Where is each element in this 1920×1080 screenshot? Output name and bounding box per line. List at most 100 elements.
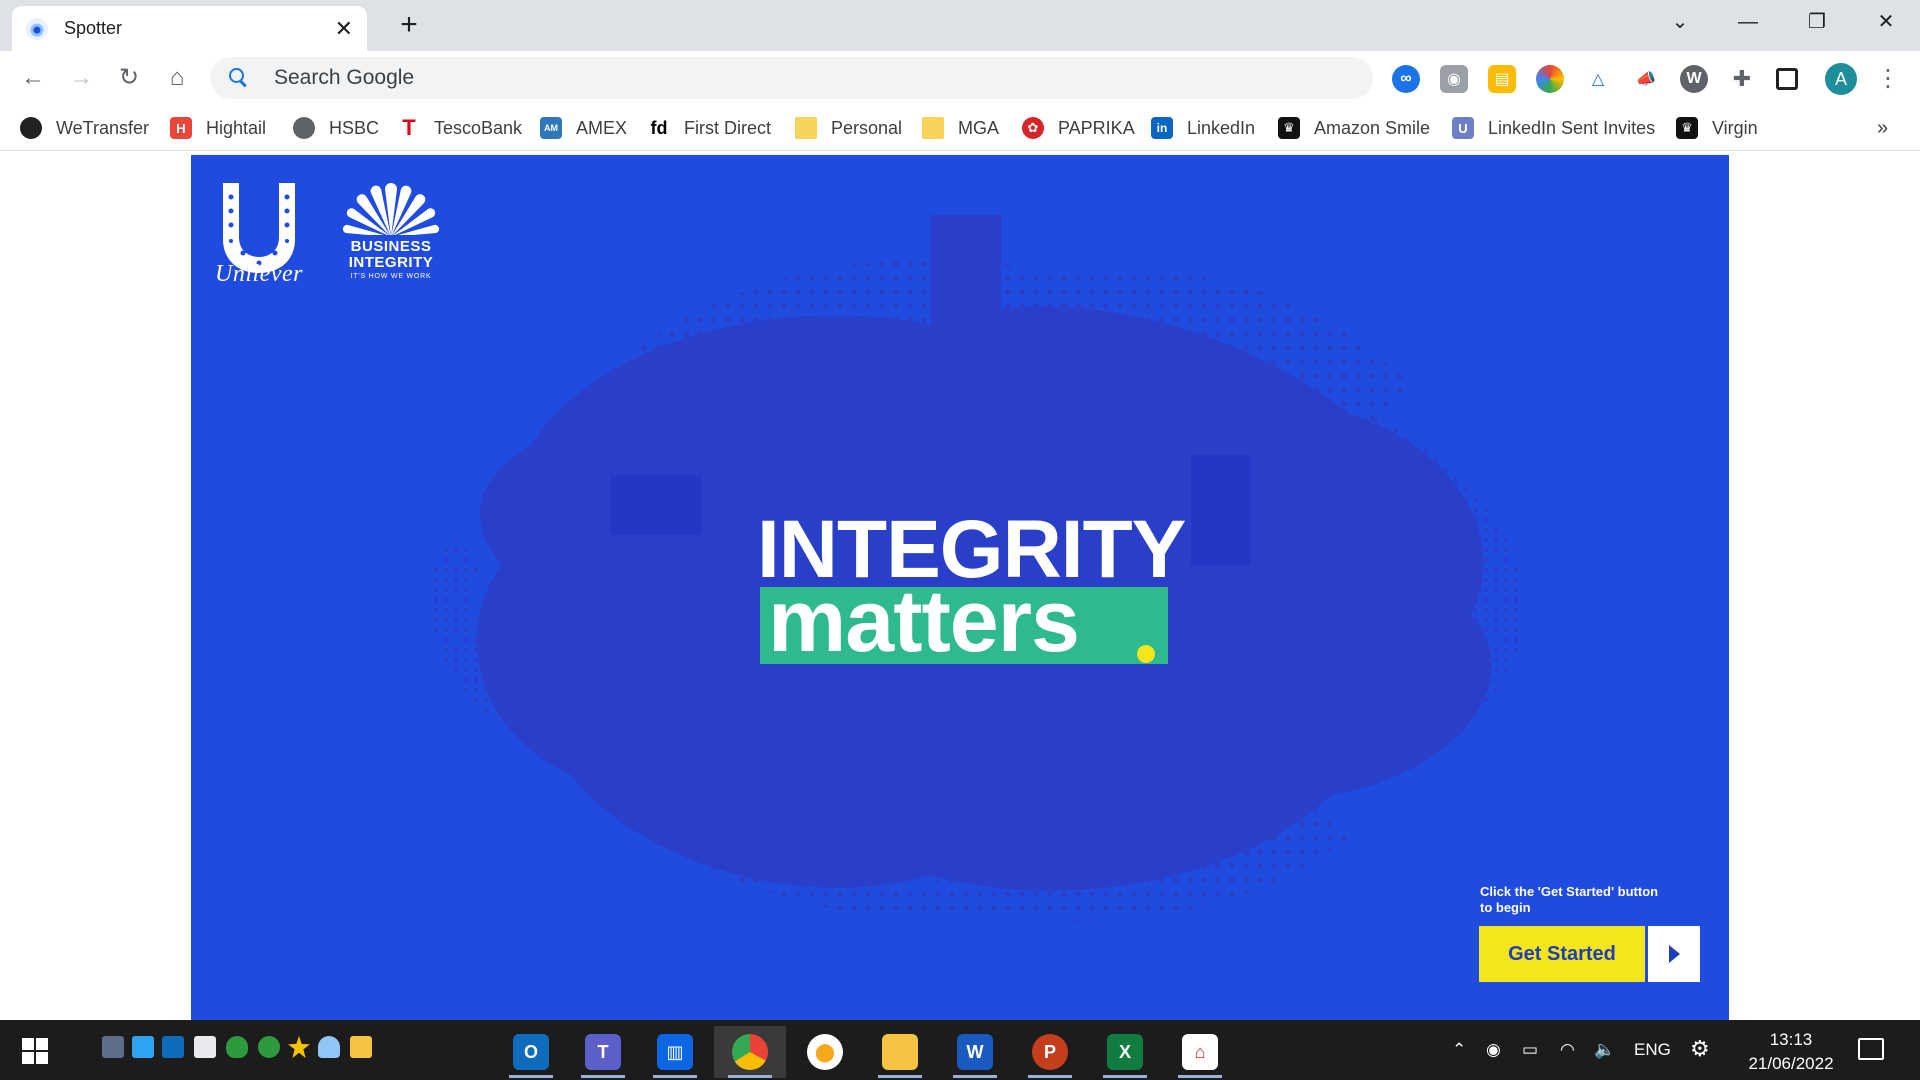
powerpoint-icon: P: [1032, 1034, 1068, 1070]
unilever-wordmark: Unilever: [215, 261, 303, 287]
taskbar-teams[interactable]: T: [567, 1026, 639, 1078]
bookmark-linkedin[interactable]: in LinkedIn: [1151, 114, 1255, 142]
paprika-icon: ✿: [1022, 117, 1044, 139]
file-explorer-icon: [882, 1034, 918, 1070]
volume-icon[interactable]: 🔈: [1594, 1040, 1615, 1060]
page-viewport: Unilever BUSINESS INTEGRITY IT'S HOW WE …: [0, 151, 1920, 1020]
star-icon[interactable]: [288, 1036, 310, 1058]
bookmark-label: Amazon Smile: [1314, 117, 1431, 138]
taskbar-keeper[interactable]: ⬤: [789, 1026, 861, 1078]
taskbar-acrobat[interactable]: ⌂: [1164, 1026, 1236, 1078]
color-wheel-extension-icon[interactable]: [1536, 65, 1564, 93]
new-tab-button[interactable]: +: [392, 8, 426, 42]
folder-icon[interactable]: [350, 1036, 372, 1058]
tab-spotter[interactable]: Spotter ✕: [12, 6, 367, 51]
wifi-icon[interactable]: ◠: [1560, 1040, 1575, 1060]
notification-center-icon[interactable]: [1858, 1038, 1884, 1060]
get-started-button[interactable]: Get Started: [1479, 926, 1645, 982]
outlook-small-icon[interactable]: [162, 1036, 184, 1058]
running-indicator: [1178, 1075, 1222, 1078]
bookmark-amazon-smile[interactable]: ♛ Amazon Smile: [1278, 114, 1430, 142]
taskbar-trello[interactable]: ▥: [639, 1026, 711, 1078]
yellow-dot: [1137, 645, 1155, 663]
forward-arrow-icon[interactable]: →: [64, 61, 98, 95]
get-started-hint: Click the 'Get Started' button to begin: [1480, 884, 1659, 915]
shield-icon[interactable]: [226, 1036, 248, 1058]
bookmark-label: Virgin: [1712, 117, 1758, 138]
more-menu-icon[interactable]: ⋮: [1876, 63, 1900, 95]
chrome-icon: [732, 1034, 768, 1070]
camera-extension-icon[interactable]: ◉: [1440, 65, 1468, 93]
language-indicator[interactable]: ENG: [1634, 1040, 1671, 1060]
next-arrow-button[interactable]: [1648, 926, 1700, 982]
bookmark-label: Hightail: [206, 117, 267, 138]
vpn-icon[interactable]: ◉: [1486, 1040, 1501, 1060]
chart-extension-icon[interactable]: ▤: [1488, 65, 1516, 93]
taskbar-excel[interactable]: X: [1089, 1026, 1161, 1078]
taskbar-file-explorer[interactable]: [864, 1026, 936, 1078]
program-title-line2: INTEGRITY: [348, 254, 434, 271]
system-clock[interactable]: 13:13 21/06/2022: [1736, 1028, 1846, 1076]
restore-button[interactable]: ❐: [1797, 8, 1837, 36]
taskbar-word[interactable]: W: [939, 1026, 1011, 1078]
bookmarks-overflow-icon[interactable]: »: [1877, 117, 1888, 140]
first-direct-icon: fd: [648, 117, 670, 139]
link-extension-icon[interactable]: ∞: [1392, 65, 1420, 93]
remote-desktop-icon[interactable]: [102, 1036, 124, 1058]
bookmark-folder-personal[interactable]: Personal: [795, 114, 902, 142]
address-bar[interactable]: [210, 57, 1373, 99]
browser-toolbar: ← → ↻ ⌂ ∞ ◉ ▤ △ 📣 W ✚ A ⋮: [0, 51, 1920, 105]
bookmark-virgin[interactable]: ♛ Virgin: [1676, 114, 1758, 142]
running-indicator: [878, 1075, 922, 1078]
bookmark-tescobank[interactable]: T TescoBank: [398, 114, 522, 142]
taskbar-chrome[interactable]: [714, 1026, 786, 1078]
profile-avatar[interactable]: A: [1825, 63, 1857, 95]
globe-icon: [293, 117, 315, 139]
bookmark-label: TescoBank: [434, 117, 523, 138]
taskbar-powerpoint[interactable]: P: [1014, 1026, 1086, 1078]
side-panel-icon[interactable]: [1776, 68, 1798, 90]
running-indicator: [581, 1075, 625, 1078]
taskbar-outlook[interactable]: O: [495, 1026, 567, 1078]
running-indicator: [1028, 1075, 1072, 1078]
bookmark-first-direct[interactable]: fd First Direct: [648, 114, 771, 142]
bookmark-amex[interactable]: AM AMEX: [540, 114, 627, 142]
check-icon[interactable]: [258, 1036, 280, 1058]
close-icon[interactable]: ✕: [335, 17, 353, 40]
running-indicator: [653, 1075, 697, 1078]
puzzle-extensions-icon[interactable]: ✚: [1728, 65, 1756, 93]
running-indicator: [509, 1075, 553, 1078]
bookmarks-bar: WeTransfer H Hightail HSBC T TescoBank A…: [0, 105, 1920, 151]
megaphone-extension-icon[interactable]: 📣: [1632, 65, 1660, 93]
bookmark-folder-mga[interactable]: MGA: [922, 114, 999, 142]
desktop-icon[interactable]: [132, 1036, 154, 1058]
amex-icon: AM: [540, 117, 562, 139]
battery-icon[interactable]: ▭: [1522, 1040, 1538, 1060]
bookmark-hightail[interactable]: H Hightail: [170, 114, 266, 142]
minimize-button[interactable]: —: [1728, 8, 1768, 36]
bookmark-paprika[interactable]: ✿ PAPRIKA: [1022, 114, 1135, 142]
bookmark-linkedin-sent-invites[interactable]: U LinkedIn Sent Invites: [1452, 114, 1655, 142]
bookmark-hsbc[interactable]: HSBC: [293, 114, 379, 142]
settings-gear-icon[interactable]: ⚙: [1690, 1036, 1710, 1062]
triangle-extension-icon[interactable]: △: [1584, 65, 1612, 93]
wordpress-extension-icon[interactable]: W: [1680, 65, 1708, 93]
linkedin-icon: in: [1151, 117, 1173, 139]
program-title-line1: BUSINESS: [350, 238, 432, 255]
show-hidden-icons-icon[interactable]: ⌃: [1452, 1040, 1466, 1060]
tescobank-icon: T: [398, 115, 420, 140]
search-input[interactable]: [274, 66, 1174, 90]
windows-start-icon[interactable]: [22, 1038, 48, 1064]
bookmark-label: Personal: [831, 117, 903, 138]
back-arrow-icon[interactable]: ←: [16, 61, 50, 95]
reload-icon[interactable]: ↻: [112, 61, 146, 95]
home-icon[interactable]: ⌂: [160, 61, 194, 95]
notepad-icon[interactable]: [194, 1036, 216, 1058]
tab-search-chevron-icon[interactable]: ⌄: [1660, 8, 1700, 36]
unilever-icon: U: [1452, 117, 1474, 139]
bookmark-label: HSBC: [329, 117, 380, 138]
bookmark-wetransfer[interactable]: WeTransfer: [20, 114, 149, 142]
cloud-icon[interactable]: [318, 1036, 340, 1058]
running-indicator: [728, 1075, 772, 1078]
close-window-button[interactable]: ✕: [1866, 8, 1906, 36]
